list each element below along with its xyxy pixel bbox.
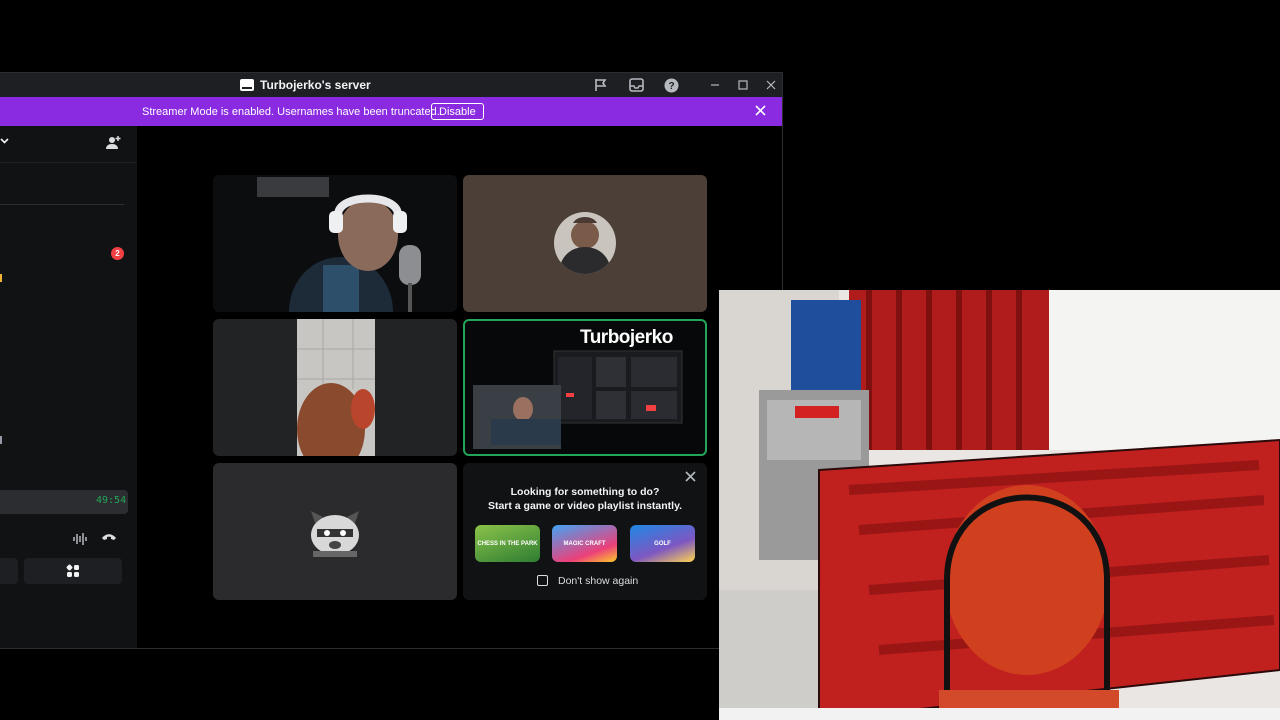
soundboard-icon[interactable] — [72, 532, 88, 549]
dont-show-again-checkbox[interactable] — [537, 575, 548, 586]
inbox-icon[interactable] — [627, 76, 645, 94]
close-icon[interactable] — [761, 75, 781, 95]
server-header[interactable] — [0, 126, 137, 163]
disconnect-icon[interactable] — [101, 530, 117, 546]
call-timer: 49:54 — [96, 495, 127, 506]
add-member-icon[interactable] — [105, 135, 121, 151]
banner-text: Streamer Mode is enabled. Usernames have… — [142, 105, 440, 118]
unread-marker — [0, 436, 2, 444]
game-tile-chess[interactable]: CHESS IN THE PARK — [475, 525, 540, 562]
threads-icon[interactable] — [592, 76, 610, 94]
svg-text:?: ? — [668, 81, 674, 92]
window-title-text: Turbojerko's server — [260, 78, 371, 92]
game-tile-magic-craft[interactable]: MAGIC CRAFT — [552, 525, 617, 562]
unread-marker — [0, 274, 2, 282]
screen-share-video — [473, 350, 683, 449]
screen-share-tile[interactable]: Turbojerko — [463, 319, 707, 456]
maximize-icon[interactable] — [733, 75, 753, 95]
voice-stage: Turbojerko Looking for something to do? … — [137, 126, 782, 648]
avatar — [554, 212, 616, 274]
window-title: Turbojerko's server — [240, 73, 371, 97]
webcam-overlay — [719, 290, 1280, 720]
title-bar: Turbojerko's server ? — [0, 73, 782, 97]
participant-video-tile[interactable] — [213, 319, 457, 456]
stream-overlay-name: Turbojerko — [580, 327, 673, 348]
mention-badge: 2 — [111, 247, 124, 260]
streamer-mode-banner: Streamer Mode is enabled. Usernames have… — [0, 97, 782, 126]
dont-show-again-label: Don't show again — [558, 575, 639, 587]
call-status-bar: 49:54 — [0, 490, 128, 514]
participant-avatar-tile[interactable] — [213, 463, 457, 600]
server-icon — [240, 79, 254, 91]
help-icon[interactable]: ? — [662, 76, 680, 94]
channel-sidebar: 2 49:54 — [0, 126, 137, 648]
phone-camera-video — [297, 319, 375, 456]
sidebar-divider — [0, 204, 124, 205]
close-icon[interactable] — [685, 469, 696, 486]
video-button[interactable] — [0, 558, 18, 584]
activity-suggestion-card: Looking for something to do? Start a gam… — [463, 463, 707, 600]
minimize-icon[interactable] — [705, 75, 725, 95]
participant-video-tile[interactable] — [213, 175, 457, 312]
raccoon-avatar — [311, 511, 359, 557]
activity-icon — [66, 564, 79, 577]
chevron-down-icon[interactable] — [0, 136, 9, 148]
disable-button[interactable]: Disable — [431, 103, 484, 120]
banner-close-icon[interactable] — [755, 103, 766, 119]
activity-heading: Looking for something to do? — [510, 486, 660, 498]
discord-window: Turbojerko's server ? Streamer Mode is e… — [0, 72, 783, 649]
game-tile-golf[interactable]: GOLF — [630, 525, 695, 562]
room-video — [719, 290, 1280, 720]
participant-avatar-tile[interactable] — [463, 175, 707, 312]
activity-subheading: Start a game or video playlist instantly… — [487, 500, 683, 512]
activity-button[interactable] — [24, 558, 122, 584]
voice-connection-panel — [0, 518, 137, 608]
webcam-video — [213, 175, 457, 312]
